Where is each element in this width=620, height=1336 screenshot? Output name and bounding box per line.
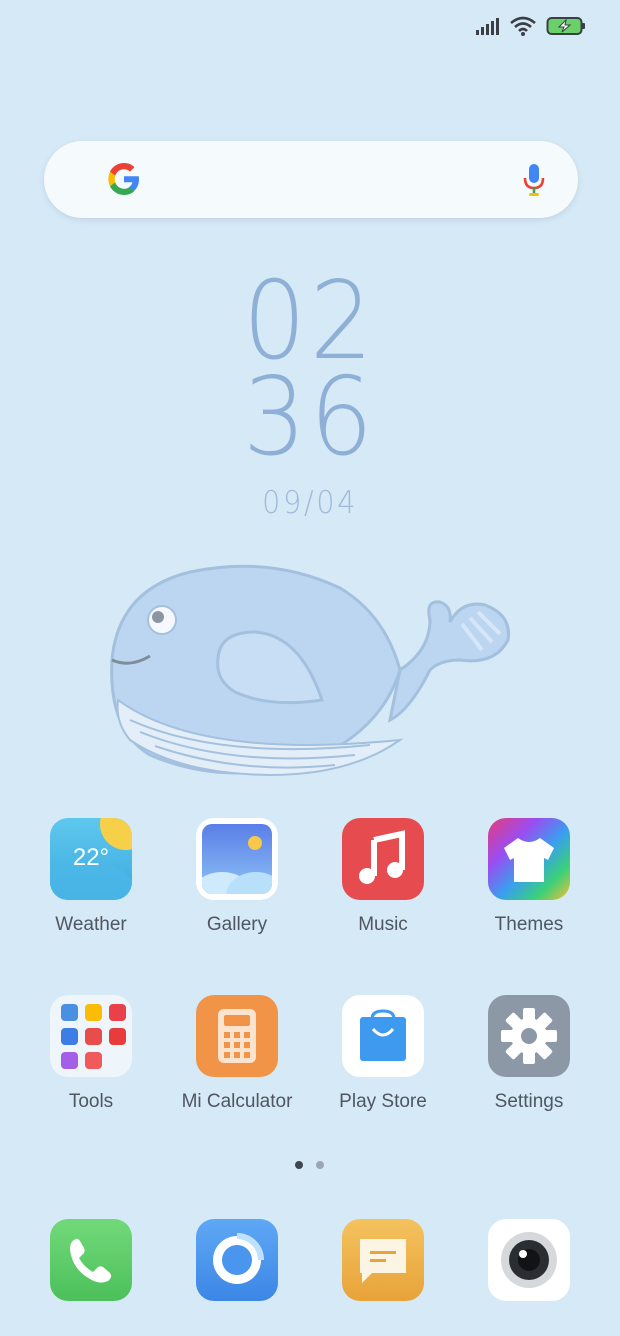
dock-phone[interactable] (18, 1219, 164, 1301)
app-settings[interactable]: Settings (456, 995, 602, 1113)
google-search-bar[interactable] (44, 141, 578, 218)
app-mi-calculator[interactable]: Mi Calculator (164, 995, 310, 1113)
page-dot-active[interactable] (295, 1161, 303, 1169)
app-music[interactable]: Music (310, 818, 456, 936)
app-label: Settings (494, 1091, 564, 1112)
app-label: Weather (55, 914, 127, 935)
play-store-icon (342, 995, 424, 1077)
battery-charging-icon (546, 17, 585, 35)
calculator-icon (196, 995, 278, 1077)
google-logo-icon (108, 163, 139, 195)
page-dot[interactable] (316, 1161, 324, 1169)
clock-minute[interactable]: 36 (0, 364, 620, 472)
camera-icon (488, 1219, 570, 1301)
page-indicator (295, 1161, 324, 1169)
app-play-store[interactable]: Play Store (310, 995, 456, 1113)
mic-icon[interactable] (522, 163, 546, 197)
app-weather[interactable]: 22° Weather (18, 818, 164, 936)
app-label: Music (358, 914, 408, 935)
settings-icon (488, 995, 570, 1077)
home-screen: 02 36 09/04 22° Weather Gallery Music Th… (0, 0, 620, 1336)
status-bar (476, 16, 586, 36)
app-label: Themes (494, 914, 564, 935)
signal-icon (476, 18, 499, 35)
themes-icon (488, 818, 570, 900)
browser-icon (196, 1219, 278, 1301)
tools-folder-icon (50, 995, 132, 1077)
dock-camera[interactable] (456, 1219, 602, 1301)
app-label: Mi Calculator (181, 1091, 293, 1112)
gallery-icon (196, 818, 278, 900)
music-icon (342, 818, 424, 900)
dock-browser[interactable] (164, 1219, 310, 1301)
app-label: Tools (68, 1091, 114, 1112)
app-label: Gallery (206, 914, 268, 935)
phone-icon (50, 1219, 132, 1301)
app-gallery[interactable]: Gallery (164, 818, 310, 936)
dock-messages[interactable] (310, 1219, 456, 1301)
wifi-icon (510, 16, 536, 36)
weather-icon: 22° (50, 818, 132, 900)
messages-icon (342, 1219, 424, 1301)
whale-wallpaper-image (110, 564, 511, 777)
app-tools-folder[interactable]: Tools (18, 995, 164, 1113)
app-themes[interactable]: Themes (456, 818, 602, 936)
clock-date: 09/04 (262, 485, 358, 521)
app-label: Play Store (339, 1091, 427, 1112)
weather-temperature: 22° (72, 844, 110, 871)
